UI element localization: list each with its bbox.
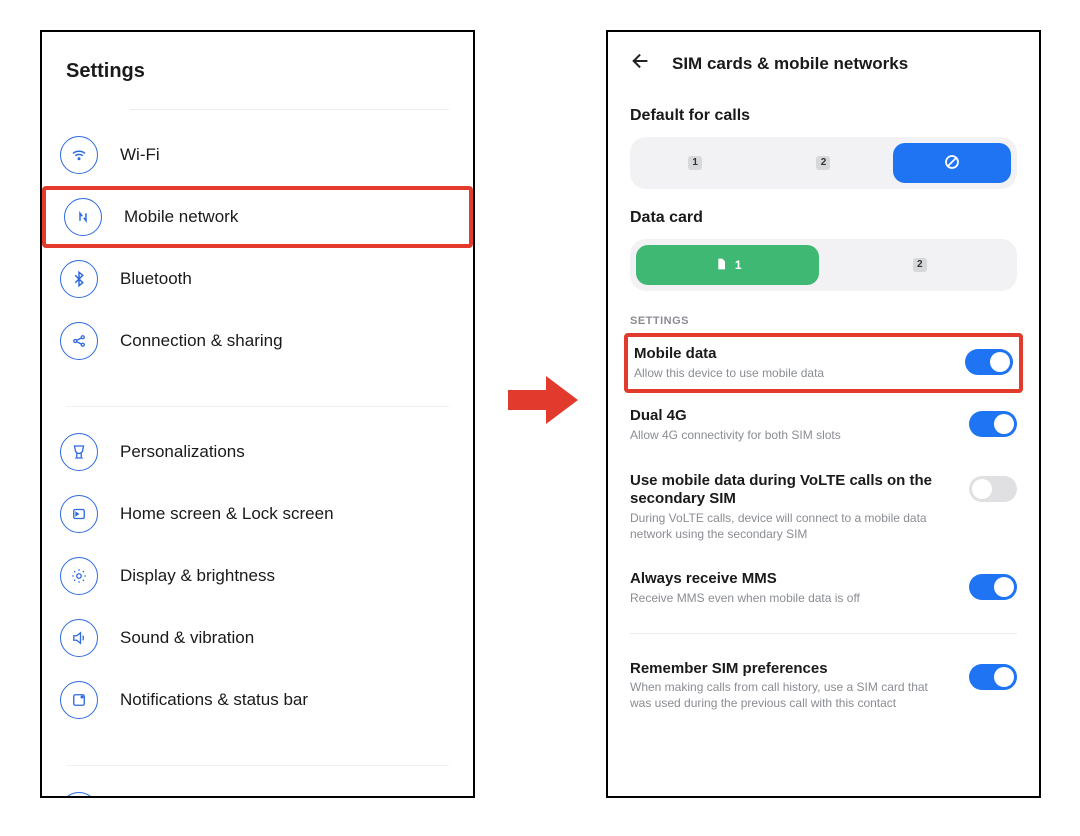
bluetooth-icon	[60, 260, 98, 298]
default-calls-label: Default for calls	[630, 107, 1017, 125]
panel-title: SIM cards & mobile networks	[672, 54, 908, 74]
always-mms-toggle[interactable]	[969, 574, 1017, 600]
settings-item-label: Mobile network	[124, 207, 238, 227]
settings-item-home-lock[interactable]: Home screen & Lock screen	[42, 483, 473, 545]
option-title: Mobile data	[634, 345, 947, 364]
divider	[630, 633, 1017, 634]
data-sim-1-button[interactable]: 1	[636, 245, 819, 285]
divider	[66, 406, 449, 407]
settings-item-notifications[interactable]: Notifications & status bar	[42, 669, 473, 731]
settings-subheader: SETTINGS	[630, 315, 1017, 327]
settings-item-display[interactable]: Display & brightness	[42, 545, 473, 607]
sim-number-badge: 1	[688, 156, 702, 170]
mobile-data-row-highlight: Mobile data Allow this device to use mob…	[624, 333, 1023, 393]
option-title: Always receive MMS	[630, 570, 951, 589]
mobile-network-icon	[64, 198, 102, 236]
divider	[66, 765, 449, 766]
settings-item-label: Connection & sharing	[120, 331, 283, 351]
lock-icon	[60, 792, 98, 798]
settings-item-mobile-network[interactable]: Mobile network	[42, 186, 473, 248]
sim-networks-panel: SIM cards & mobile networks Default for …	[606, 30, 1041, 798]
remember-sim-row[interactable]: Remember SIM preferences When making cal…	[630, 646, 1017, 726]
data-card-label: Data card	[630, 209, 1017, 227]
display-icon	[60, 557, 98, 595]
option-subtitle: During VoLTE calls, device will connect …	[630, 511, 951, 542]
volte-data-row[interactable]: Use mobile data during VoLTE calls on th…	[630, 458, 1017, 557]
settings-item-label: Sound & vibration	[120, 628, 254, 648]
volte-data-toggle[interactable]	[969, 476, 1017, 502]
settings-item-label: Wi-Fi	[120, 145, 160, 165]
settings-item-label: Personalizations	[120, 442, 245, 462]
option-title: Dual 4G	[630, 407, 951, 426]
call-sim-2-button[interactable]: 2	[764, 143, 882, 183]
call-no-sim-button[interactable]	[893, 143, 1011, 183]
option-subtitle: Allow this device to use mobile data	[634, 366, 947, 382]
settings-item-personalizations[interactable]: Personalizations	[42, 421, 473, 483]
option-title: Use mobile data during VoLTE calls on th…	[630, 472, 951, 510]
call-sim-1-button[interactable]: 1	[636, 143, 754, 183]
option-subtitle: When making calls from call history, use…	[630, 680, 951, 711]
settings-item-wifi[interactable]: Wi-Fi	[42, 124, 473, 186]
connection-sharing-icon	[60, 322, 98, 360]
settings-list: Wi-Fi Mobile network Bluetooth Connectio…	[42, 110, 473, 798]
settings-item-label: Notifications & status bar	[120, 690, 308, 710]
settings-item-bluetooth[interactable]: Bluetooth	[42, 248, 473, 310]
settings-title: Settings	[42, 32, 473, 91]
notifications-icon	[60, 681, 98, 719]
settings-item-label: Home screen & Lock screen	[120, 504, 334, 524]
settings-item-label: Bluetooth	[120, 269, 192, 289]
mobile-data-row[interactable]: Mobile data Allow this device to use mob…	[634, 345, 1013, 381]
sim-card-icon	[713, 256, 729, 275]
settings-panel: Settings Wi-Fi Mobile network Bluetooth	[40, 30, 475, 798]
option-title: Remember SIM preferences	[630, 660, 951, 679]
settings-item-label: Display & brightness	[120, 566, 275, 586]
sim-number: 1	[735, 258, 742, 272]
settings-item-sound[interactable]: Sound & vibration	[42, 607, 473, 669]
no-default-icon	[943, 153, 961, 174]
remember-sim-toggle[interactable]	[969, 664, 1017, 690]
wifi-icon	[60, 136, 98, 174]
always-mms-row[interactable]: Always receive MMS Receive MMS even when…	[630, 556, 1017, 620]
mobile-data-toggle[interactable]	[965, 349, 1013, 375]
personalization-icon	[60, 433, 98, 471]
sim-number-badge: 2	[913, 258, 927, 272]
sound-icon	[60, 619, 98, 657]
flow-arrow-icon	[508, 372, 578, 428]
default-calls-selector: 1 2	[630, 137, 1017, 189]
option-subtitle: Receive MMS even when mobile data is off	[630, 591, 951, 607]
data-card-selector: 1 2	[630, 239, 1017, 291]
dual-4g-toggle[interactable]	[969, 411, 1017, 437]
settings-item-connection-sharing[interactable]: Connection & sharing	[42, 310, 473, 372]
home-lock-icon	[60, 495, 98, 533]
back-icon[interactable]	[630, 50, 652, 77]
option-subtitle: Allow 4G connectivity for both SIM slots	[630, 428, 951, 444]
settings-item-security[interactable]: Password & security	[42, 780, 473, 798]
panel-header: SIM cards & mobile networks	[608, 32, 1039, 87]
data-sim-2-button[interactable]: 2	[829, 245, 1012, 285]
sim-number-badge: 2	[816, 156, 830, 170]
dual-4g-row[interactable]: Dual 4G Allow 4G connectivity for both S…	[630, 393, 1017, 457]
